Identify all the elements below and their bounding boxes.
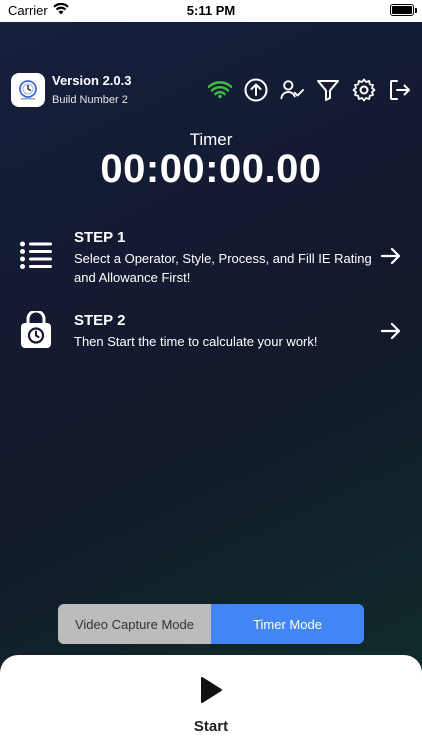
arrow-right-icon[interactable]: [380, 320, 402, 342]
step-2-title: STEP 2: [74, 312, 126, 329]
timer-mode-button[interactable]: Timer Mode: [211, 604, 364, 644]
app-screen: Version 2.0.3 Build Number 2 Timer 00:00…: [0, 22, 422, 750]
bottom-panel: Start: [0, 655, 422, 750]
list-icon: [18, 235, 54, 275]
step-1-title: STEP 1: [74, 229, 126, 246]
app-version: Version 2.0.3: [52, 73, 132, 88]
app-logo: [11, 73, 45, 107]
header-actions: [208, 78, 412, 102]
status-time: 5:11 PM: [186, 3, 236, 18]
step-2-item[interactable]: STEP 2 Then Start the time to calculate …: [0, 310, 422, 360]
gear-icon[interactable]: [352, 78, 376, 102]
logout-icon[interactable]: [388, 78, 412, 102]
upload-icon[interactable]: [244, 78, 268, 102]
step-2-description: Then Start the time to calculate your wo…: [74, 334, 318, 349]
video-capture-mode-button[interactable]: Video Capture Mode: [58, 604, 211, 644]
arrow-right-icon[interactable]: [380, 245, 402, 267]
build-number: Build Number 2: [52, 94, 128, 106]
mode-toggle: Video Capture Mode Timer Mode: [58, 604, 364, 644]
clock-logo-icon: [19, 80, 37, 100]
start-button[interactable]: [0, 675, 422, 705]
header: Version 2.0.3 Build Number 2: [0, 22, 422, 132]
status-bar: Carrier 5:11 PM: [0, 0, 422, 22]
step-1-description: Select a Operator, Style, Process, and F…: [74, 251, 372, 285]
user-check-icon[interactable]: [280, 78, 304, 102]
start-label: Start: [193, 718, 229, 735]
play-icon: [201, 677, 222, 703]
lock-timer-icon: [18, 310, 54, 350]
step-1-item[interactable]: STEP 1 Select a Operator, Style, Process…: [0, 227, 422, 287]
filter-icon[interactable]: [316, 78, 340, 102]
wifi-icon[interactable]: [208, 78, 232, 102]
timer-display: 00:00:00.00: [100, 147, 322, 191]
battery-icon: [390, 4, 417, 16]
